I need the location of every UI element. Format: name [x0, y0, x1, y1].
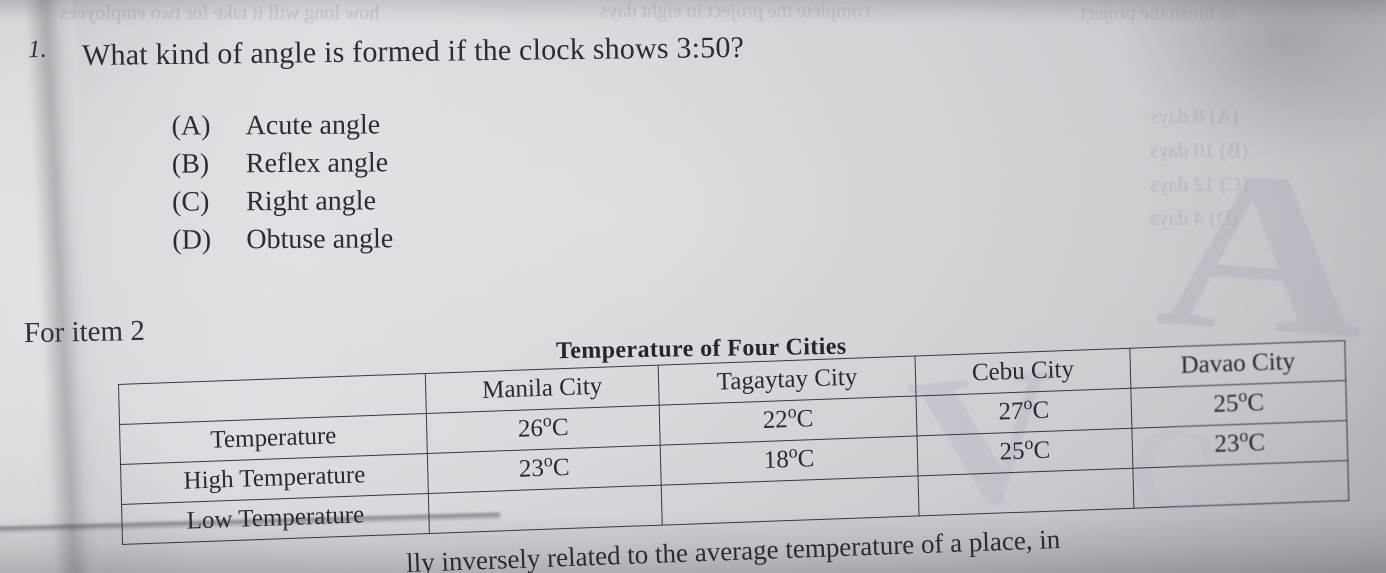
for-item-label: For item 2 — [23, 314, 146, 350]
degree-symbol: o — [1239, 425, 1249, 446]
option-a[interactable]: (A) Acute angle — [172, 109, 393, 148]
worksheet-page-photo: how long will it take for two employees … — [0, 0, 1386, 573]
option-d[interactable]: (D) Obtuse angle — [172, 223, 393, 262]
value: 25 — [1213, 390, 1239, 419]
bottom-fold-shadow — [0, 513, 1386, 573]
option-b[interactable]: (B) Reflex angle — [172, 147, 393, 186]
printed-content: 1. What kind of angle is formed if the c… — [0, 0, 1386, 573]
degree-symbol: o — [543, 450, 553, 471]
value: 22 — [762, 406, 789, 435]
question-number: 1. — [27, 35, 48, 64]
unit: C — [1032, 397, 1050, 425]
answer-options-list: (A) Acute angle (B) Reflex angle (C) Rig… — [172, 109, 394, 262]
degree-symbol: o — [1023, 393, 1033, 414]
value: 18 — [763, 446, 790, 475]
value: 27 — [998, 398, 1024, 426]
option-c-letter: (C) — [172, 186, 210, 218]
unit: C — [796, 405, 814, 434]
value: 23 — [518, 455, 545, 484]
option-a-label: Acute angle — [245, 109, 381, 142]
option-b-label: Reflex angle — [245, 147, 389, 180]
option-d-letter: (D) — [172, 224, 212, 256]
option-c[interactable]: (C) Right angle — [172, 185, 393, 224]
cell-low-davao — [1132, 460, 1349, 509]
value: 23 — [1214, 430, 1240, 459]
unit: C — [552, 454, 570, 482]
degree-symbol: o — [788, 441, 798, 463]
option-a-letter: (A) — [171, 110, 211, 142]
degree-symbol: o — [787, 401, 797, 423]
unit: C — [1033, 437, 1051, 465]
degree-symbol: o — [1024, 433, 1034, 454]
degree-symbol: o — [542, 410, 552, 431]
degree-symbol: o — [1238, 385, 1248, 406]
unit: C — [797, 445, 815, 474]
option-b-letter: (B) — [171, 148, 210, 180]
cell-low-cebu — [918, 468, 1134, 516]
unit: C — [1247, 389, 1265, 417]
value: 25 — [999, 437, 1025, 466]
value: 26 — [517, 415, 544, 444]
question-text: What kind of angle is formed if the cloc… — [81, 30, 745, 73]
option-c-label: Right angle — [246, 185, 377, 218]
unit: C — [551, 414, 569, 442]
unit: C — [1248, 429, 1266, 457]
option-d-label: Obtuse angle — [246, 223, 394, 256]
